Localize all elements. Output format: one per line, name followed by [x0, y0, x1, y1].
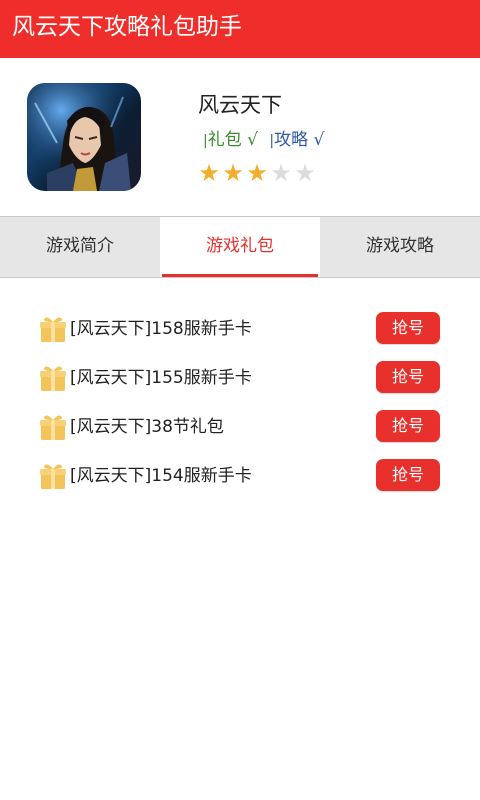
gift-icon	[39, 364, 67, 392]
gift-title: [风云天下]154服新手卡	[70, 466, 252, 486]
tag-gift-label: 礼包 √	[207, 130, 258, 150]
tab-game-intro[interactable]: 游戏简介	[0, 217, 160, 277]
star-filled-icon: ★	[222, 159, 244, 187]
list-item: [风云天下]154服新手卡 抢号	[0, 458, 480, 498]
app-title: 风云天下攻略礼包助手	[12, 14, 242, 40]
list-item: [风云天下]38节礼包 抢号	[0, 409, 480, 449]
rating-stars: ★ ★ ★ ★ ★	[197, 159, 317, 187]
gift-title: [风云天下]158服新手卡	[70, 319, 252, 339]
gift-title: [风云天下]155服新手卡	[70, 368, 252, 388]
tag-guide: |攻略 √	[269, 128, 324, 153]
app-screen: 风云天下攻略礼包助手 风云天下 |礼包 √ |攻略 √ ★ ★ ★ ★ ★ 游戏…	[0, 0, 480, 800]
active-tab-indicator	[162, 274, 318, 277]
list-item: [风云天下]155服新手卡 抢号	[0, 360, 480, 400]
gift-icon	[39, 462, 67, 490]
grab-code-button[interactable]: 抢号	[376, 410, 440, 442]
star-filled-icon: ★	[198, 159, 220, 187]
tab-label: 游戏礼包	[206, 236, 274, 256]
tag-gift: |礼包 √	[203, 128, 258, 153]
tag-guide-label: 攻略 √	[274, 130, 325, 150]
gift-icon	[39, 315, 67, 343]
grab-code-button[interactable]: 抢号	[376, 312, 440, 344]
list-item: [风云天下]158服新手卡 抢号	[0, 311, 480, 351]
tab-bar: 游戏简介 游戏礼包 游戏攻略	[0, 216, 480, 278]
grab-code-button[interactable]: 抢号	[376, 459, 440, 491]
tab-game-guides[interactable]: 游戏攻略	[320, 217, 480, 277]
tab-game-gifts[interactable]: 游戏礼包	[160, 217, 320, 277]
star-empty-icon: ★	[294, 159, 316, 187]
grab-code-button[interactable]: 抢号	[376, 361, 440, 393]
title-bar: 风云天下攻略礼包助手	[0, 0, 480, 58]
star-empty-icon: ★	[270, 159, 292, 187]
tab-label: 游戏简介	[46, 236, 114, 256]
game-tags: |礼包 √ |攻略 √	[203, 128, 324, 153]
star-filled-icon: ★	[246, 159, 268, 187]
gift-title: [风云天下]38节礼包	[70, 417, 224, 437]
tab-label: 游戏攻略	[366, 236, 434, 256]
game-icon-image	[27, 83, 141, 191]
gift-icon	[39, 413, 67, 441]
game-name: 风云天下	[198, 93, 282, 117]
game-header: 风云天下 |礼包 √ |攻略 √ ★ ★ ★ ★ ★	[0, 58, 480, 216]
